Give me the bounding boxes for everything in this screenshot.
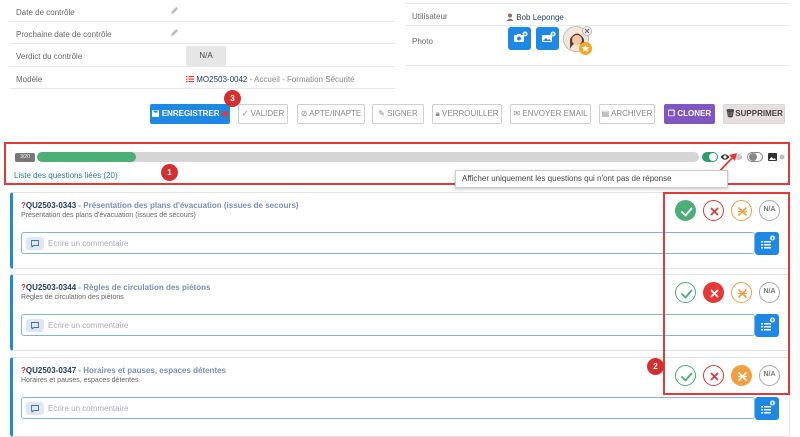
upload-photo-button[interactable] (536, 27, 559, 50)
question-title: ?QU2503-0343 - Présentation des plans d'… (21, 201, 299, 210)
user-icon (506, 13, 514, 21)
comment-icon (26, 402, 44, 415)
verdict-value: N/A (186, 46, 226, 66)
question-text: - Présentation des plans d'évacuation (i… (76, 201, 299, 210)
lock-button[interactable]: 🔒︎ VERROUILLER (432, 104, 502, 124)
lock-icon: 🔒︎ (435, 109, 440, 118)
delete-label: SUPPRIMER (735, 109, 783, 118)
list-plus-icon (761, 400, 775, 414)
camera-plus-icon (514, 31, 528, 42)
unsaved-dot (221, 110, 228, 117)
archive-button[interactable]: ▤ ARCHIVER (599, 104, 655, 124)
question-code[interactable]: QU2503-0344 (26, 283, 76, 292)
email-label: ENVOYER EMAIL (522, 109, 588, 118)
progress-fill (37, 152, 137, 162)
control-form-left: Date de contrôle Prochaine date de contr… (10, 0, 395, 89)
comment-icon (26, 237, 44, 250)
row-model: Modèle MO2503-0042 - Accueil - Formation… (10, 67, 395, 89)
comment-icon (26, 319, 44, 332)
envelope-icon: ✉ (513, 109, 521, 118)
model-value[interactable]: MO2503-0042 - Accueil - Formation Sécuri… (186, 75, 355, 84)
dot-icon (779, 154, 785, 160)
next-date-label: Prochaine date de contrôle (16, 30, 112, 39)
row-control-date: Date de contrôle (10, 0, 395, 22)
lock-label: VERROUILLER (442, 109, 499, 118)
send-email-button[interactable]: ✉ ENVOYER EMAIL (510, 104, 591, 124)
control-date-label: Date de contrôle (16, 8, 75, 17)
question-title: ?QU2503-0347 - Horaires et pauses, espac… (21, 366, 226, 375)
row-verdict: Verdict du contrôle N/A (10, 44, 395, 67)
user-label: Utilisateur (412, 12, 448, 21)
clone-button[interactable]: ❐ CLONER (664, 104, 715, 124)
clone-label: CLONER (677, 109, 712, 118)
question-text: - Règles de circulation des piétons (76, 283, 211, 292)
user-value[interactable]: Bob Leponge (506, 13, 564, 22)
photo-label: Photo (412, 37, 433, 46)
take-photo-button[interactable] (508, 27, 531, 50)
comment-input[interactable]: Ecrire un commentaire (21, 232, 755, 254)
image-plus-icon (542, 31, 556, 42)
delete-button[interactable]: 🗑︎SUPPRIMER (723, 104, 785, 124)
question-text: - Horaires et pauses, espaces détentes (76, 366, 227, 375)
apt-label: APTE/INAPTE (309, 109, 362, 118)
verdict-label: Verdict du contrôle (16, 52, 83, 61)
trash-icon: 🗑︎ (725, 109, 736, 118)
comment-placeholder: Ecrire un commentaire (48, 239, 129, 248)
favorite-star-icon[interactable] (579, 42, 592, 55)
model-desc: - Accueil - Formation Sécurité (247, 75, 355, 84)
image-icon (768, 153, 777, 161)
pencil-icon[interactable] (170, 6, 179, 15)
pencil-icon[interactable] (170, 28, 179, 37)
signature-icon: ✎ (378, 109, 385, 118)
question-title: ?QU2503-0344 - Règles de circulation des… (21, 283, 210, 292)
annotation-badge-3: 3 (224, 90, 241, 107)
progress-bar (37, 152, 699, 162)
validate-label: VALIDER (250, 109, 285, 118)
archive-label: ARCHIVER (611, 109, 653, 118)
comment-input[interactable]: Ecrire un commentaire (21, 397, 755, 419)
apt-button[interactable]: ⊘ APTE/INAPTE (297, 104, 365, 124)
validate-button[interactable]: ✓ VALIDER (238, 104, 288, 124)
unanswered-tooltip: Afficher uniquement les questions qui n'… (455, 170, 728, 188)
list-icon (186, 76, 194, 83)
check-icon: ✓ (241, 109, 249, 118)
comment-input[interactable]: Ecrire un commentaire (21, 314, 755, 336)
annotation-badge-1: 1 (161, 164, 178, 181)
answers-annotation-frame (663, 192, 790, 395)
model-code[interactable]: MO2503-0042 (196, 75, 247, 84)
answered-count: 3/20 (15, 153, 35, 162)
check-circle-icon: ⊘ (300, 109, 308, 118)
sign-label: SIGNER (387, 109, 418, 118)
question-code[interactable]: QU2503-0347 (26, 366, 76, 375)
question-subtitle: Règles de circulation des piétons (21, 294, 124, 301)
control-form-right: Utilisateur Bob Leponge Photo (406, 0, 790, 66)
row-next-date: Prochaine date de contrôle (10, 22, 395, 44)
question-subtitle: Horaires et pauses, espaces détentes (21, 377, 139, 384)
row-user: Utilisateur Bob Leponge (406, 4, 790, 26)
add-action-button[interactable] (755, 397, 779, 420)
save-button[interactable]: ENREGISTRER (150, 104, 230, 124)
question-code[interactable]: QU2503-0343 (26, 201, 76, 210)
annotation-badge-2: 2 (647, 358, 664, 375)
save-label: ENREGISTRER (161, 109, 220, 118)
save-icon (152, 110, 160, 117)
comment-placeholder: Ecrire un commentaire (48, 321, 129, 330)
question-subtitle: Présentation des plans d'évacuation (iss… (21, 212, 196, 219)
user-name[interactable]: Bob Leponge (516, 13, 564, 22)
row-photo: Photo (406, 26, 790, 66)
archive-icon: ▤ (601, 109, 610, 118)
clone-icon: ❐ (667, 109, 676, 118)
model-label: Modèle (16, 75, 43, 84)
photo-filter-toggle[interactable] (747, 152, 763, 162)
sign-button[interactable]: ✎ SIGNER (372, 104, 424, 124)
questions-list-link[interactable]: Liste des questions liées (20) (14, 171, 118, 180)
delete-photo-icon[interactable] (582, 26, 592, 36)
comment-placeholder: Ecrire un commentaire (48, 404, 129, 413)
